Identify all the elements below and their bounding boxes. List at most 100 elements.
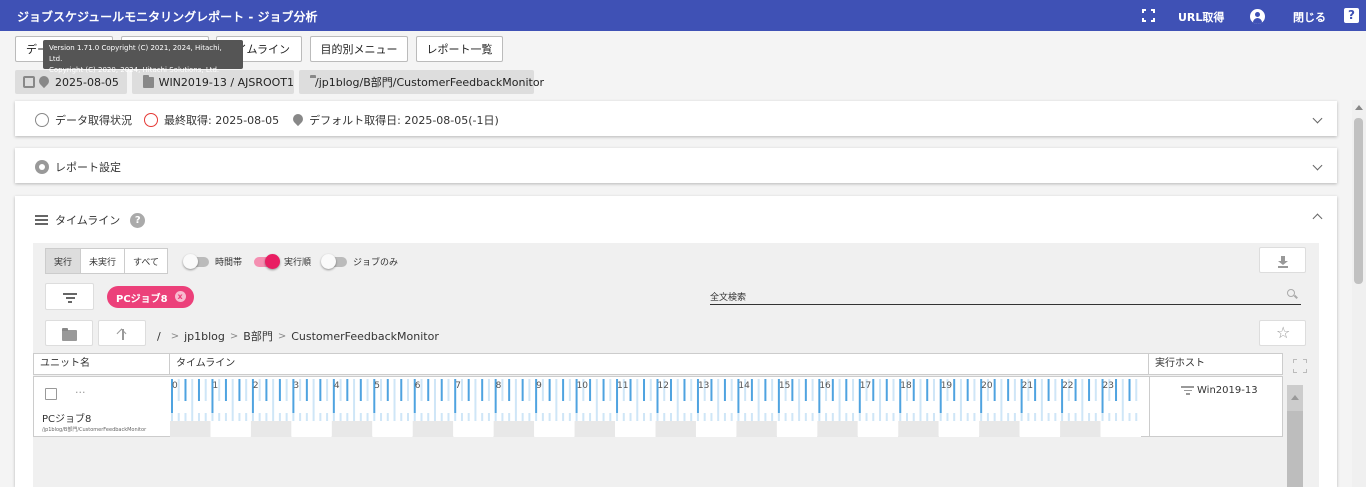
- filter-icon[interactable]: [1181, 386, 1194, 395]
- hour-band: [291, 421, 332, 437]
- report-settings-panel[interactable]: レポート設定: [15, 148, 1337, 183]
- data-status-panel[interactable]: データ取得状況 最終取得: 2025-08-05 デフォルト取得日: 2025-…: [15, 101, 1337, 136]
- hour-tick-label: 13: [698, 381, 709, 391]
- timeline-bar: [393, 379, 396, 413]
- timeline-bar-lower: [582, 413, 585, 421]
- timeline-bar-lower: [440, 413, 443, 421]
- gear-icon: [35, 160, 49, 174]
- timeline-bar-lower: [804, 413, 807, 421]
- timeline-bar-lower: [852, 413, 855, 421]
- favorite-button[interactable]: ☆: [1259, 320, 1306, 346]
- calendar-icon: [23, 76, 35, 88]
- download-button[interactable]: [1259, 247, 1306, 273]
- filter-chip[interactable]: PCジョブ8 x: [107, 286, 194, 308]
- timeline-bar: [231, 379, 234, 413]
- table-scrollbar[interactable]: [1287, 385, 1303, 487]
- breadcrumb-item[interactable]: CustomerFeedbackMonitor: [291, 330, 439, 343]
- timeline-bar-lower: [171, 413, 173, 421]
- up-button[interactable]: [98, 320, 146, 346]
- open-external-icon[interactable]: [45, 388, 57, 400]
- timeline-bar-lower: [1013, 413, 1016, 421]
- timeline-bar-lower: [993, 413, 996, 421]
- expand-icon[interactable]: [1293, 359, 1307, 373]
- hour-band: [412, 421, 454, 437]
- star-icon: ☆: [1276, 323, 1291, 342]
- timeline-bar-lower: [224, 413, 227, 421]
- timeline-bar-lower: [177, 413, 180, 421]
- chevron-down-icon[interactable]: [1312, 113, 1323, 124]
- breadcrumb-item[interactable]: B部門: [243, 328, 273, 344]
- timeline-bar-lower: [730, 413, 733, 421]
- tooltip-line-1: Version 1.71.0 Copyright (C) 2021, 2024,…: [49, 44, 222, 63]
- hour-band: [534, 421, 575, 437]
- toggle-switch[interactable]: [254, 253, 280, 269]
- timeline-bar-lower: [467, 413, 470, 421]
- segment-not-executed[interactable]: 未実行: [81, 249, 126, 273]
- hour-tick-label: 9: [536, 381, 542, 391]
- timeline-bar: [831, 379, 834, 401]
- timeline-bar: [993, 379, 996, 401]
- timeline-bar-lower: [784, 413, 787, 421]
- toggle-label: 実行順: [284, 258, 312, 268]
- filter-button[interactable]: [45, 283, 94, 310]
- fullscreen-icon[interactable]: [1142, 9, 1155, 22]
- help-icon[interactable]: ?: [1344, 8, 1359, 23]
- timeline-bar-lower: [555, 413, 558, 421]
- timeline-bar: [589, 379, 592, 401]
- account-icon[interactable]: [1250, 9, 1265, 24]
- timeline-bar-lower: [926, 413, 929, 421]
- toggle-switch[interactable]: [183, 253, 209, 269]
- scroll-up-icon[interactable]: [1291, 395, 1299, 400]
- table-row[interactable]: ... PCジョブ8 /jp1blog/B部門/CustomerFeedback…: [33, 376, 1283, 437]
- chevron-up-icon[interactable]: [1312, 213, 1323, 224]
- hour-band: [372, 421, 413, 437]
- search-icon[interactable]: [1287, 289, 1295, 297]
- hour-band: [574, 421, 616, 437]
- scroll-thumb[interactable]: [1354, 118, 1363, 284]
- timeline-bar-lower: [757, 413, 760, 421]
- page-scrollbar[interactable]: [1352, 100, 1366, 487]
- help-icon[interactable]: ?: [130, 212, 146, 228]
- timeline-bar: [892, 379, 895, 401]
- breadcrumb-root[interactable]: /: [157, 330, 161, 343]
- timeline-bar: [838, 379, 841, 413]
- timeline-bar-lower: [299, 413, 302, 421]
- location-pin-icon: [39, 76, 49, 88]
- segment-executed[interactable]: 実行: [46, 249, 82, 273]
- hour-band: [695, 421, 737, 437]
- folder-button[interactable]: [45, 320, 93, 346]
- last-fetch-label: 最終取得: 2025-08-05: [164, 114, 280, 127]
- hour-tick-label: 23: [1103, 381, 1114, 391]
- timeline-bar-lower: [258, 413, 261, 421]
- breadcrumb-item[interactable]: jp1blog: [184, 330, 225, 343]
- hour-band: [857, 421, 899, 437]
- timeline-bar-lower: [643, 413, 646, 421]
- chip-close-icon[interactable]: x: [174, 291, 186, 302]
- timeline-bar-lower: [191, 413, 194, 421]
- timeline-bar: [305, 379, 308, 401]
- toggle-time-band[interactable]: 時間帯: [183, 253, 242, 269]
- full-text-search-input[interactable]: [710, 304, 1301, 305]
- timeline-bar-lower: [717, 413, 720, 421]
- segment-all[interactable]: すべて: [125, 249, 167, 273]
- timeline-bar: [447, 379, 450, 401]
- toggle-jobs-only[interactable]: ジョブのみ: [321, 253, 398, 269]
- close-button[interactable]: 閉じる: [1293, 9, 1326, 25]
- hour-tick-label: 14: [738, 381, 750, 391]
- toggle-exec-order[interactable]: 実行順: [254, 253, 312, 269]
- location-pin-icon: [293, 114, 303, 126]
- filter-icon: [63, 293, 77, 305]
- scroll-up-icon[interactable]: [1355, 105, 1363, 110]
- chevron-down-icon[interactable]: [1312, 160, 1323, 171]
- more-icon[interactable]: ...: [75, 383, 86, 396]
- purpose-menu-button[interactable]: 目的別メニュー: [310, 36, 408, 62]
- timeline-bar-lower: [1020, 413, 1023, 421]
- toggle-switch[interactable]: [321, 253, 347, 269]
- timeline-bar: [400, 379, 403, 401]
- date-chip-label: 2025-08-05: [55, 75, 119, 89]
- report-list-button[interactable]: レポート一覧: [416, 36, 503, 62]
- url-get-button[interactable]: URL取得: [1178, 9, 1224, 25]
- timeline-bar: [319, 379, 322, 401]
- path-chip[interactable]: /jp1blog/B部門/CustomerFeedbackMonitor: [299, 70, 544, 94]
- timeline-bar: [285, 379, 288, 401]
